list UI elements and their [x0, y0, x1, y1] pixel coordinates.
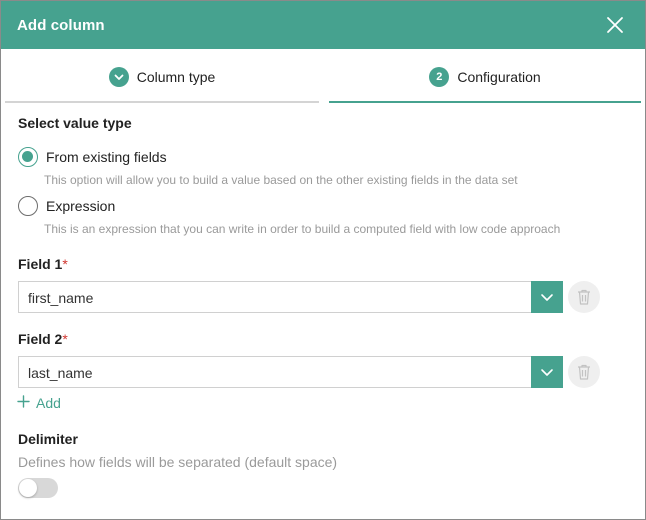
add-field-button[interactable]: Add [17, 395, 61, 411]
radio-from-existing-fields[interactable]: From existing fields [18, 147, 167, 167]
field-2-label: Field 2* [18, 331, 68, 347]
radio-button-checked[interactable] [18, 147, 38, 167]
step-underline [5, 101, 319, 103]
step-label: Configuration [457, 69, 541, 85]
dialog-header: Add column [1, 1, 645, 49]
radio-label: From existing fields [46, 149, 167, 165]
radio-expression[interactable]: Expression [18, 196, 115, 216]
chevron-down-icon[interactable] [531, 281, 563, 313]
step-column-type[interactable]: Column type [5, 49, 319, 105]
stepper: Column type 2 Configuration [1, 49, 645, 105]
delimiter-title: Delimiter [18, 431, 78, 447]
step-underline-active [329, 101, 641, 103]
radio-help-text: This is an expression that you can write… [44, 222, 561, 236]
step-configuration[interactable]: 2 Configuration [329, 49, 641, 105]
required-mark: * [62, 256, 68, 272]
delimiter-help-text: Defines how fields will be separated (de… [18, 454, 338, 470]
step-number-badge: 2 [429, 67, 450, 87]
required-mark: * [62, 331, 68, 347]
select-value: last_name [28, 365, 93, 381]
radio-help-text: This option will allow you to build a va… [44, 173, 518, 187]
dialog-title: Add column [17, 17, 105, 34]
radio-label: Expression [46, 198, 116, 214]
delimiter-toggle[interactable] [18, 478, 58, 498]
check-icon [108, 67, 129, 87]
plus-icon [17, 395, 30, 411]
field-1-select[interactable]: first_name [18, 281, 563, 313]
step-label: Column type [136, 69, 216, 85]
field-label-text: Field 2 [18, 331, 63, 347]
field-label-text: Field 1 [18, 256, 63, 272]
add-column-dialog: Add column Column type 2 Configuration S… [0, 0, 646, 520]
close-icon[interactable] [605, 15, 625, 35]
field-1-label: Field 1* [18, 256, 68, 272]
field-2-select[interactable]: last_name [18, 356, 563, 388]
select-value: first_name [28, 290, 94, 306]
trash-icon[interactable] [568, 356, 600, 388]
trash-icon[interactable] [568, 281, 600, 313]
radio-button[interactable] [18, 196, 38, 216]
value-type-title: Select value type [18, 115, 132, 131]
chevron-down-icon[interactable] [531, 356, 563, 388]
add-label: Add [36, 395, 61, 411]
